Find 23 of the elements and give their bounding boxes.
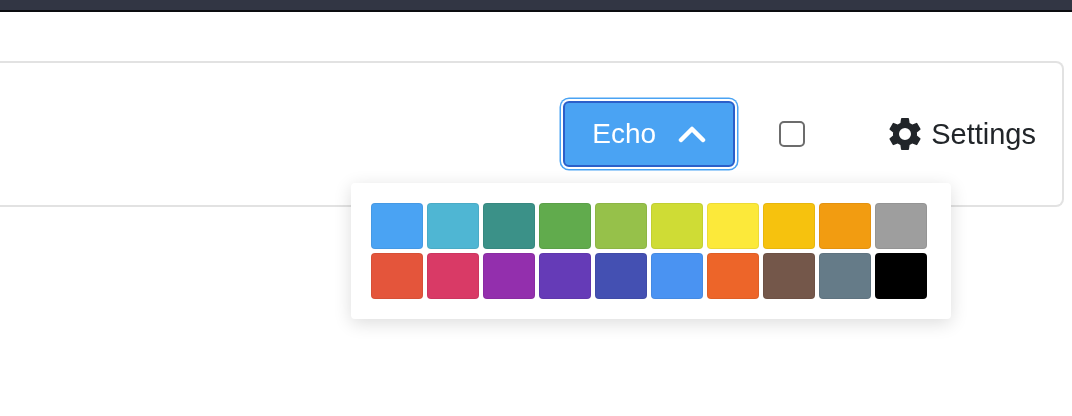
checkbox[interactable] xyxy=(779,121,806,147)
color-swatch[interactable] xyxy=(427,203,480,249)
color-swatch[interactable] xyxy=(651,253,704,299)
color-swatch[interactable] xyxy=(483,253,536,299)
color-swatch[interactable] xyxy=(875,253,928,299)
color-swatch[interactable] xyxy=(483,203,536,249)
color-swatch[interactable] xyxy=(763,203,816,249)
color-swatch[interactable] xyxy=(707,253,760,299)
color-swatch[interactable] xyxy=(819,203,872,249)
color-swatch[interactable] xyxy=(595,253,648,299)
settings-link[interactable]: Settings xyxy=(885,114,1036,154)
color-swatch[interactable] xyxy=(595,203,648,249)
color-swatch[interactable] xyxy=(651,203,704,249)
color-swatch[interactable] xyxy=(819,253,872,299)
color-swatch[interactable] xyxy=(539,253,592,299)
chevron-up-icon xyxy=(678,125,707,143)
color-swatch[interactable] xyxy=(707,203,760,249)
color-swatch[interactable] xyxy=(371,203,424,249)
color-swatch[interactable] xyxy=(539,203,592,249)
color-swatch[interactable] xyxy=(427,253,480,299)
color-swatch[interactable] xyxy=(371,253,424,299)
color-swatch[interactable] xyxy=(763,253,816,299)
color-swatch[interactable] xyxy=(875,203,928,249)
